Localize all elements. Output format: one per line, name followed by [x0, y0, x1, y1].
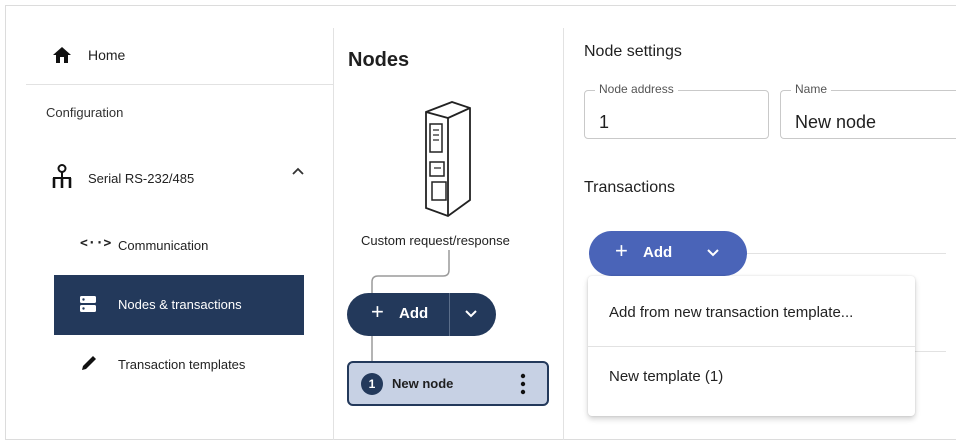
node-number-badge: 1: [361, 373, 383, 395]
code-arrows-icon: <··>: [80, 236, 112, 251]
button-separator: [449, 293, 450, 336]
server-icon: [80, 296, 96, 312]
divider: [720, 253, 946, 254]
sidebar-item-label: Serial RS-232/485: [88, 171, 195, 186]
sidebar-item-nodes-transactions[interactable]: Nodes & transactions: [54, 275, 304, 335]
add-transaction-label: Add: [643, 244, 673, 261]
field-label: Node address: [595, 82, 678, 96]
sidebar-item-label: Home: [88, 47, 126, 63]
home-icon: [53, 47, 71, 63]
add-node-label: Add: [399, 305, 429, 322]
node-address-field[interactable]: Node address 1: [584, 82, 769, 139]
node-settings-title: Node settings: [584, 43, 682, 60]
nodes-title: Nodes: [348, 49, 410, 71]
field-value: New node: [795, 112, 877, 132]
add-transaction-button[interactable]: + Add: [589, 231, 747, 276]
menu-item-add-from-template[interactable]: Add from new transaction template...: [588, 276, 915, 346]
transactions-title: Transactions: [584, 179, 675, 196]
plus-icon: +: [615, 238, 628, 263]
device-icon: [425, 101, 471, 218]
node-name: New node: [392, 376, 454, 391]
chevron-down-icon[interactable]: [464, 309, 478, 319]
field-value: 1: [599, 112, 610, 132]
section-label: Configuration: [46, 105, 124, 120]
sidebar-item-communication[interactable]: <··> Communication: [54, 228, 334, 264]
kebab-menu-icon[interactable]: [519, 373, 527, 395]
plus-icon: +: [371, 299, 384, 324]
add-node-button[interactable]: + Add: [347, 293, 496, 336]
menu-item-label: New template (1): [609, 368, 724, 385]
sidebar: Home Configuration Serial RS-232/485 <··…: [26, 28, 333, 440]
sidebar-item-label: Communication: [118, 238, 209, 253]
sidebar-item-label: Nodes & transactions: [118, 297, 242, 312]
menu-item-new-template[interactable]: New template (1): [588, 346, 915, 416]
divider: [563, 28, 564, 440]
divider: [333, 28, 334, 440]
sidebar-item-home[interactable]: Home: [26, 28, 333, 85]
add-transaction-menu: Add from new transaction template... New…: [588, 276, 915, 416]
menu-item-label: Add from new transaction template...: [609, 304, 854, 321]
chevron-down-icon[interactable]: [706, 248, 720, 258]
divider: [915, 351, 946, 352]
field-label: Name: [791, 82, 832, 96]
sidebar-item-serial[interactable]: Serial RS-232/485: [26, 156, 333, 206]
network-hierarchy-icon: [52, 164, 72, 188]
name-field[interactable]: Name New node: [780, 82, 956, 139]
pencil-icon: [82, 356, 96, 370]
device-label: Custom request/response: [361, 233, 510, 248]
node-card[interactable]: 1 New node: [347, 361, 549, 406]
sidebar-item-label: Transaction templates: [118, 357, 246, 372]
chevron-up-icon[interactable]: [291, 166, 305, 176]
sidebar-item-transaction-templates[interactable]: Transaction templates: [54, 346, 334, 386]
